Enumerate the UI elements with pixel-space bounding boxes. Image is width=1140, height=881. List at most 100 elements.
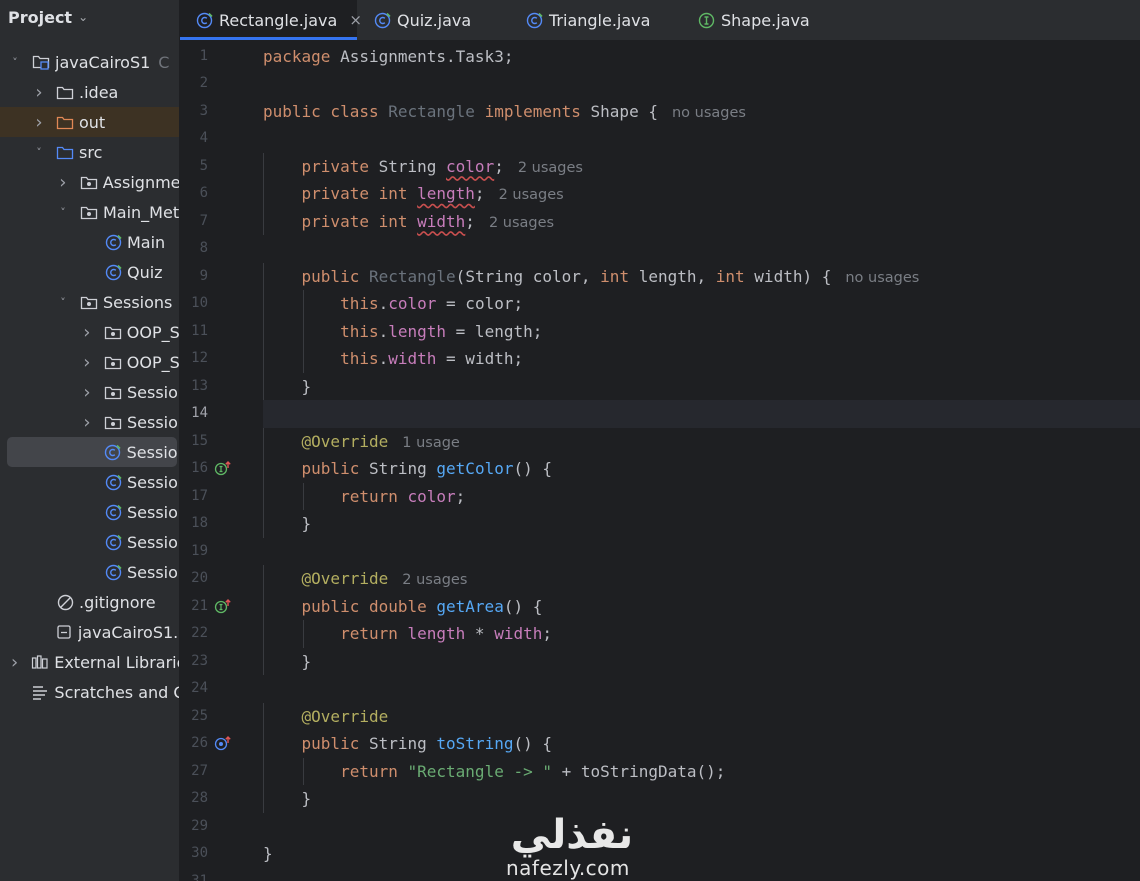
project-view-selector[interactable]: Project ⌄ bbox=[0, 0, 179, 34]
code-line[interactable]: return length * width; bbox=[263, 620, 1140, 648]
code-line[interactable] bbox=[263, 235, 1140, 263]
tree-item[interactable]: › OOP_S bbox=[0, 317, 179, 347]
line-number: 21 bbox=[191, 597, 208, 614]
tab-shape-java[interactable]: Shape.java bbox=[681, 0, 841, 40]
indent-guide bbox=[263, 785, 264, 813]
indent-guide bbox=[263, 620, 264, 648]
chevron-down-icon[interactable]: ˅ bbox=[32, 146, 46, 159]
folder-source-icon bbox=[56, 144, 74, 160]
tree-item[interactable]: › Sessio bbox=[0, 407, 179, 437]
usages-inlay-hint[interactable]: 1 usage bbox=[402, 435, 460, 451]
tree-item[interactable]: Scratches and C bbox=[0, 677, 179, 707]
tree-item[interactable]: Quiz bbox=[0, 257, 179, 287]
code-line[interactable]: } bbox=[263, 510, 1140, 538]
chevron-right-icon[interactable]: › bbox=[80, 382, 94, 403]
tree-item[interactable]: › Sessio bbox=[0, 377, 179, 407]
tree-item[interactable]: ˅ javaCairoS1 C bbox=[0, 47, 179, 77]
field-token: color bbox=[388, 294, 437, 313]
chevron-right-icon[interactable]: › bbox=[32, 82, 46, 103]
tree-item[interactable]: › OOP_S bbox=[0, 347, 179, 377]
field-token: width bbox=[388, 349, 437, 368]
class-name-token: Rectangle bbox=[388, 101, 485, 121]
code-line[interactable] bbox=[263, 538, 1140, 566]
chevron-right-icon[interactable]: › bbox=[32, 112, 46, 133]
chevron-down-icon[interactable]: ˅ bbox=[56, 206, 70, 219]
code-line[interactable]: return "Rectangle -> " + toStringData(); bbox=[263, 757, 1140, 785]
code-line[interactable]: private int length; 2 usages bbox=[263, 180, 1140, 208]
tree-item[interactable]: Main bbox=[0, 227, 179, 257]
code-area[interactable]: package Assignments.Task3; public class R… bbox=[263, 41, 1140, 881]
code-line[interactable] bbox=[263, 400, 1140, 428]
usages-inlay-hint[interactable]: no usages bbox=[672, 105, 746, 121]
tree-item[interactable]: › .idea bbox=[0, 77, 179, 107]
gutter-line: 27 bbox=[180, 758, 260, 786]
tab-rectangle-java[interactable]: Rectangle.java × bbox=[180, 0, 362, 40]
tree-item[interactable]: › External Librarie bbox=[0, 647, 179, 677]
usages-inlay-hint[interactable]: 2 usages bbox=[489, 215, 554, 231]
tree-item[interactable]: Sessio bbox=[0, 497, 179, 527]
tree-item[interactable]: Sessio bbox=[0, 467, 179, 497]
java-class-icon bbox=[373, 12, 391, 28]
code-line[interactable]: public class Rectangle implements Shape … bbox=[263, 98, 1140, 126]
chevron-right-icon[interactable]: › bbox=[80, 412, 94, 433]
code-line[interactable]: @Override 1 usage bbox=[263, 427, 1140, 455]
code-line[interactable]: private String color; 2 usages bbox=[263, 152, 1140, 180]
code-line[interactable]: public String getColor() { bbox=[263, 455, 1140, 483]
java-class-icon bbox=[104, 444, 122, 460]
usages-inlay-hint[interactable]: 2 usages bbox=[499, 187, 564, 203]
tree-item[interactable]: javaCairoS1.i bbox=[0, 617, 179, 647]
tree-item[interactable]: ˅ Sessions bbox=[0, 287, 179, 317]
code-line[interactable] bbox=[263, 868, 1140, 881]
gutter-line: 12 bbox=[180, 345, 260, 373]
line-number: 13 bbox=[191, 377, 208, 394]
chevron-right-icon[interactable]: › bbox=[56, 172, 70, 193]
usages-inlay-hint[interactable]: 2 usages bbox=[402, 572, 467, 588]
tree-item[interactable]: › Assignme bbox=[0, 167, 179, 197]
tree-item[interactable]: Sessio bbox=[7, 437, 177, 467]
code-line[interactable]: } bbox=[263, 840, 1140, 868]
code-line[interactable]: } bbox=[263, 647, 1140, 675]
code-line[interactable]: package Assignments.Task3; bbox=[263, 43, 1140, 71]
code-line[interactable]: return color; bbox=[263, 482, 1140, 510]
indent-guide bbox=[303, 345, 304, 373]
chevron-right-icon[interactable]: › bbox=[8, 652, 21, 673]
code-line[interactable] bbox=[263, 70, 1140, 98]
code-line[interactable]: this.length = length; bbox=[263, 317, 1140, 345]
indent-guide bbox=[263, 482, 264, 510]
gutter-line: 1 bbox=[180, 43, 260, 71]
code-line[interactable]: public double getArea() { bbox=[263, 592, 1140, 620]
tree-item[interactable]: Sessio bbox=[0, 527, 179, 557]
code-line[interactable]: } bbox=[263, 372, 1140, 400]
usages-inlay-hint[interactable]: 2 usages bbox=[518, 160, 583, 176]
code-line[interactable]: @Override 2 usages bbox=[263, 565, 1140, 593]
code-line[interactable] bbox=[263, 675, 1140, 703]
code-line[interactable]: @Override bbox=[263, 702, 1140, 730]
tree-item-label: .gitignore bbox=[79, 592, 156, 612]
usages-inlay-hint[interactable]: no usages bbox=[845, 270, 919, 286]
folder-orange-icon bbox=[56, 114, 74, 130]
java-interface-icon bbox=[697, 12, 715, 28]
chevron-down-icon[interactable]: ˅ bbox=[56, 296, 70, 309]
tree-item[interactable]: ˅ src bbox=[0, 137, 179, 167]
chevron-right-icon[interactable]: › bbox=[80, 352, 94, 373]
code-line[interactable]: this.color = color; bbox=[263, 290, 1140, 318]
chevron-right-icon[interactable]: › bbox=[80, 322, 94, 343]
tab-quiz-java[interactable]: Quiz.java bbox=[357, 0, 509, 40]
code-line[interactable]: private int width; 2 usages bbox=[263, 207, 1140, 235]
line-number: 5 bbox=[199, 157, 208, 174]
tab-triangle-java[interactable]: Triangle.java bbox=[509, 0, 681, 40]
tree-item[interactable]: .gitignore bbox=[0, 587, 179, 617]
code-line[interactable]: public Rectangle(String color, int lengt… bbox=[263, 262, 1140, 290]
code-line[interactable] bbox=[263, 125, 1140, 153]
code-line[interactable] bbox=[263, 813, 1140, 841]
java-class-icon bbox=[104, 234, 122, 250]
code-line[interactable]: } bbox=[263, 785, 1140, 813]
chevron-down-icon[interactable]: ˅ bbox=[8, 56, 22, 69]
tree-item[interactable]: Sessio bbox=[0, 557, 179, 587]
tree-item[interactable]: ˅ Main_Met bbox=[0, 197, 179, 227]
code-editor[interactable]: 1 2 3 4 5 6 7 8 9 10 11 12 13 14 15 16 17 18 19 20 21 22 23 24 2… bbox=[180, 41, 1140, 881]
tree-item[interactable]: › out bbox=[0, 107, 179, 137]
code-line[interactable]: this.width = width; bbox=[263, 345, 1140, 373]
code-line[interactable]: public String toString() { bbox=[263, 730, 1140, 758]
